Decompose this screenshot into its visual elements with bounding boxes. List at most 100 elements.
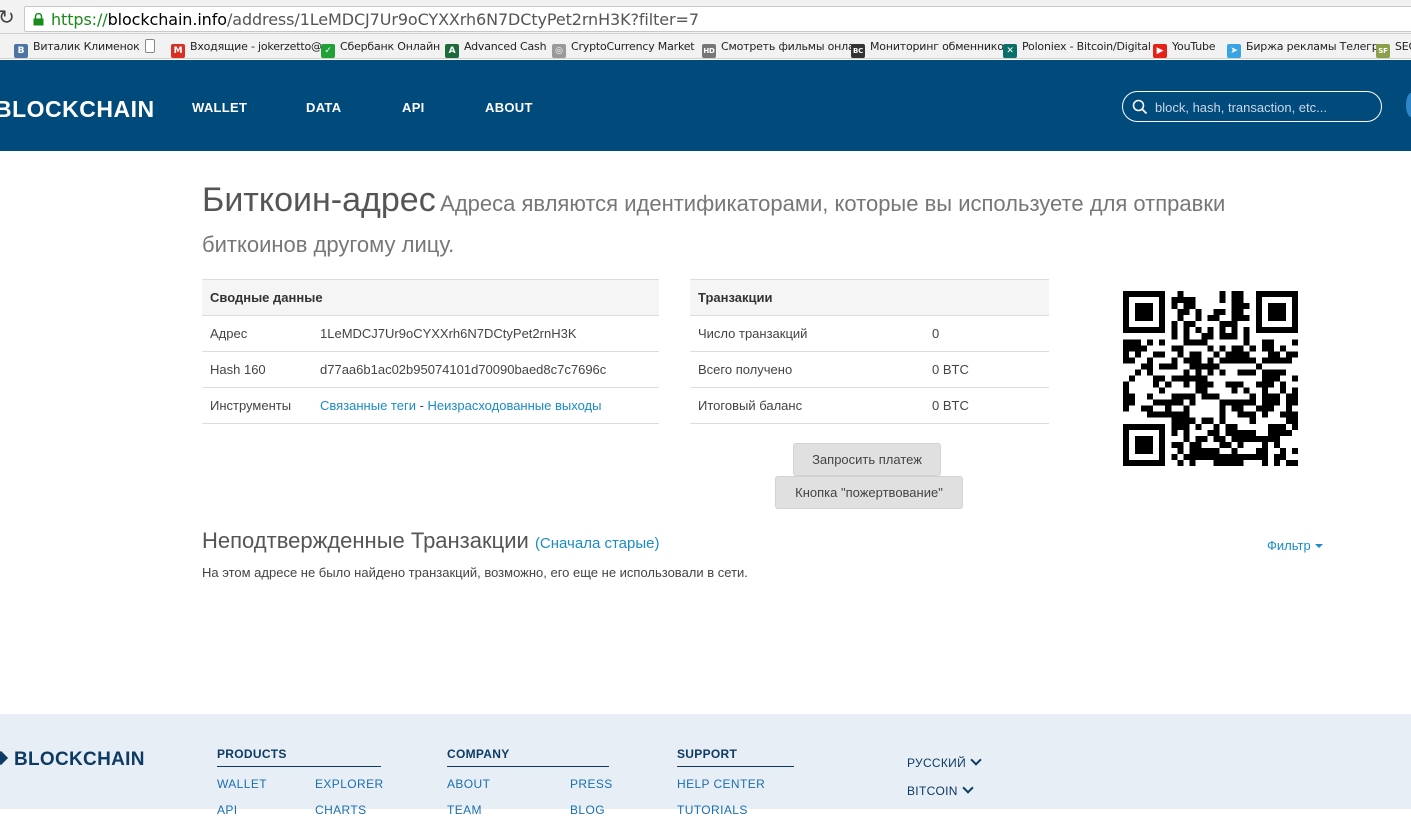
qr-module bbox=[1243, 411, 1250, 418]
nav-api[interactable]: API bbox=[402, 100, 425, 115]
qr-module bbox=[1237, 297, 1244, 304]
qr-module bbox=[1273, 435, 1280, 442]
qr-module bbox=[1207, 447, 1214, 454]
request-payment-button[interactable]: Запросить платеж bbox=[793, 443, 941, 476]
nav-data[interactable]: DATA bbox=[306, 100, 341, 115]
search-box[interactable] bbox=[1122, 91, 1382, 122]
qr-module bbox=[1123, 339, 1130, 346]
qr-module bbox=[1195, 375, 1202, 382]
qr-module bbox=[1183, 405, 1190, 412]
qr-module bbox=[1147, 357, 1154, 364]
qr-module bbox=[1159, 339, 1166, 346]
qr-module bbox=[1267, 399, 1274, 406]
footer-link-explorer[interactable]: EXPLORER bbox=[315, 777, 384, 791]
qr-module bbox=[1177, 315, 1184, 322]
qr-module bbox=[1273, 375, 1280, 382]
reload-icon[interactable]: ↻ bbox=[0, 7, 15, 27]
header-menu-toggle[interactable] bbox=[1406, 93, 1411, 117]
qr-module bbox=[1249, 429, 1256, 436]
qr-module bbox=[1291, 375, 1298, 382]
language-selector[interactable]: РУССКИЙ bbox=[907, 754, 982, 770]
currency-selector[interactable]: BITCOIN bbox=[907, 782, 974, 798]
hash160-link[interactable]: d77aa6b1ac02b95074101d70090baed8c7c7696c bbox=[312, 351, 659, 388]
address-link[interactable]: 1LeMDCJ7Ur9oCYXXrh6N7DCtyPet2rnH3K bbox=[312, 315, 659, 352]
qr-module bbox=[1249, 393, 1256, 400]
qr-module bbox=[1135, 315, 1142, 322]
qr-module bbox=[1141, 345, 1148, 352]
qr-module bbox=[1291, 291, 1298, 298]
qr-module bbox=[1273, 393, 1280, 400]
qr-module bbox=[1141, 423, 1148, 430]
bookmark-item[interactable] bbox=[145, 38, 160, 55]
qr-module bbox=[1213, 351, 1220, 358]
qr-module bbox=[1177, 375, 1184, 382]
qr-module bbox=[1291, 303, 1298, 310]
qr-module bbox=[1207, 393, 1214, 400]
qr-module bbox=[1123, 291, 1130, 298]
footer-link-press[interactable]: PRESS bbox=[570, 777, 613, 791]
bookmark-item[interactable]: A Advanced Cash bbox=[445, 38, 547, 58]
url-field[interactable]: https://blockchain.info/address/1LeMDCJ7… bbox=[24, 6, 1411, 32]
bookmark-item[interactable]: ➤ Биржа рекламы Телегр bbox=[1227, 38, 1379, 58]
footer-logo[interactable]: BLOCKCHAIN bbox=[0, 749, 145, 771]
qr-module bbox=[1183, 357, 1190, 364]
telegram-icon: ➤ bbox=[1227, 44, 1241, 58]
bookmark-item[interactable]: ✕ Poloniex - Bitcoin/Digital bbox=[1003, 38, 1151, 58]
qr-module bbox=[1129, 327, 1136, 334]
bookmark-item[interactable]: SF SEO bbox=[1376, 38, 1411, 58]
qr-module bbox=[1291, 393, 1298, 400]
summary-heading: Сводные данные bbox=[202, 279, 659, 316]
qr-module bbox=[1147, 363, 1154, 370]
search-input[interactable] bbox=[1155, 98, 1370, 116]
qr-module bbox=[1195, 309, 1202, 316]
qr-module bbox=[1267, 405, 1274, 412]
qr-module bbox=[1177, 351, 1184, 358]
qr-module bbox=[1219, 327, 1226, 334]
bookmark-item[interactable]: ◎ CryptoCurrency Market bbox=[552, 38, 695, 58]
bookmark-item[interactable]: HD Смотреть фильмы онла bbox=[702, 38, 855, 58]
footer-support-heading: SUPPORT bbox=[677, 747, 794, 767]
qr-module bbox=[1171, 423, 1178, 430]
qr-module bbox=[1189, 351, 1196, 358]
qr-module bbox=[1171, 393, 1178, 400]
filter-dropdown[interactable]: Фильтр bbox=[1267, 538, 1323, 553]
footer-link-blog[interactable]: BLOG bbox=[570, 803, 605, 817]
qr-module bbox=[1171, 321, 1178, 328]
qr-module bbox=[1267, 435, 1274, 442]
no-transactions-message: На этом адресе не было найдено транзакци… bbox=[202, 565, 748, 580]
bookmark-item[interactable]: ✓ Сбербанк Онлайн bbox=[321, 38, 440, 58]
blockchain-logo[interactable]: BLOCKCHAIN bbox=[0, 96, 155, 123]
qr-module bbox=[1285, 459, 1292, 466]
qr-module bbox=[1123, 315, 1130, 322]
footer-link-team[interactable]: TEAM bbox=[447, 803, 482, 817]
sort-oldest-first-link[interactable]: (Сначала старые) bbox=[535, 535, 660, 552]
url-text: https://blockchain.info/address/1LeMDCJ7… bbox=[51, 10, 699, 29]
bookmark-item[interactable]: ▶ YouTube bbox=[1153, 38, 1216, 58]
qr-module bbox=[1207, 453, 1214, 460]
bookmark-item[interactable]: M Входящие - jokerzetto@ bbox=[171, 38, 322, 58]
qr-module bbox=[1129, 459, 1136, 466]
qr-module bbox=[1171, 363, 1178, 370]
related-tags-link[interactable]: Связанные теги bbox=[320, 398, 416, 413]
advcash-icon: A bbox=[445, 44, 459, 58]
footer-link-wallet[interactable]: WALLET bbox=[217, 777, 267, 791]
donation-button[interactable]: Кнопка "пожертвование" bbox=[775, 476, 963, 509]
sberbank-icon: ✓ bbox=[321, 44, 335, 58]
nav-wallet[interactable]: WALLET bbox=[192, 100, 247, 115]
footer-link-api[interactable]: API bbox=[217, 803, 238, 817]
footer-link-help-center[interactable]: HELP CENTER bbox=[677, 777, 765, 791]
footer-link-about[interactable]: ABOUT bbox=[447, 777, 490, 791]
unspent-outputs-link[interactable]: Неизрасходованные выходы bbox=[428, 398, 602, 413]
url-scheme: https:// bbox=[51, 10, 108, 29]
bookmark-item[interactable]: В Виталик Клименок bbox=[14, 38, 140, 58]
qr-module bbox=[1285, 411, 1292, 418]
bookmark-item[interactable]: BC Мониторинг обменнико bbox=[851, 38, 1004, 58]
qr-module bbox=[1237, 405, 1244, 412]
qr-module bbox=[1273, 303, 1280, 310]
nav-about[interactable]: ABOUT bbox=[485, 100, 533, 115]
qr-module bbox=[1231, 327, 1238, 334]
footer-link-tutorials[interactable]: TUTORIALS bbox=[677, 803, 748, 817]
qr-module bbox=[1135, 303, 1142, 310]
qr-module bbox=[1249, 357, 1256, 364]
footer-link-charts[interactable]: CHARTS bbox=[315, 803, 367, 817]
